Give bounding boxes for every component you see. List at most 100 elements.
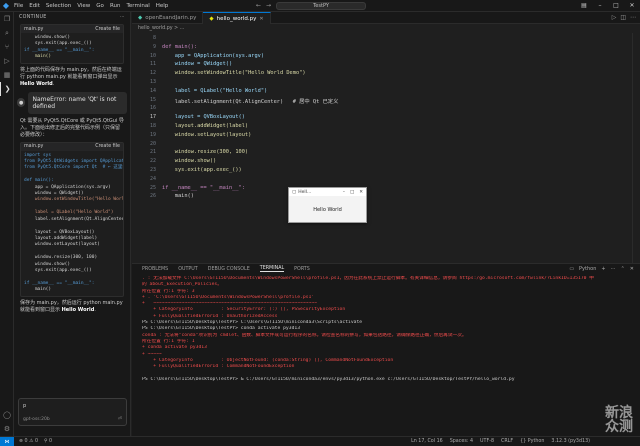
code-line[interactable]: def main():: [162, 44, 197, 50]
code-line[interactable]: if __name__ == "__main__":: [162, 185, 245, 191]
menu-run[interactable]: Run: [110, 3, 121, 9]
tab-label: openEsandJarin.py: [145, 15, 197, 21]
popup-maximize-icon[interactable]: □: [350, 190, 354, 195]
extensions-icon[interactable]: ▦: [0, 68, 14, 82]
activity-bar: ❐ ⌕ ⑂ ▷ ▦ ❯ ◯ ⚙: [0, 12, 14, 436]
chat-input[interactable]: p gpt-oss:20b ⏎: [18, 398, 127, 426]
line-number: 8: [152, 35, 156, 41]
assistant-paragraph-2: Qt 需要从 PyQt5.QtCore 或 PyQt5.QtGui 导入。下面给…: [20, 117, 124, 138]
cursor-position[interactable]: Ln 17, Col 16: [411, 439, 443, 444]
create-file-button[interactable]: Create file: [95, 144, 120, 149]
menu-view[interactable]: View: [77, 3, 90, 9]
maximize-icon[interactable]: □: [608, 0, 624, 12]
tab-label: hello_world.py: [216, 15, 257, 22]
tab-output[interactable]: OUTPUT: [178, 267, 198, 272]
problems-count[interactable]: ⊗ 0 ⚠ 0: [19, 439, 38, 444]
code-line[interactable]: layout = QVBoxLayout(): [162, 114, 245, 120]
code-editor[interactable]: 8 9 def main(): 10 app = QApplication(sys.a…: [132, 33, 632, 263]
search-icon[interactable]: ⌕: [0, 26, 14, 40]
code-line[interactable]: window = QWidget(): [162, 61, 232, 67]
tab-debug-console[interactable]: DEBUG CONSOLE: [208, 267, 250, 272]
close-icon[interactable]: ✕: [624, 0, 640, 12]
python-file-icon: ◆: [138, 15, 143, 21]
chat-input-value[interactable]: p: [23, 403, 26, 409]
line-ending[interactable]: CRLF: [501, 439, 513, 444]
popup-minimize-icon[interactable]: –: [343, 190, 345, 195]
menu-edit[interactable]: Edit: [29, 3, 40, 9]
nav-arrows: ← →: [256, 2, 271, 9]
breadcrumb[interactable]: hello_world.py > ...: [132, 24, 640, 33]
vscode-logo-icon: ◆: [2, 1, 10, 10]
tab-terminal[interactable]: TERMINAL: [259, 266, 285, 272]
user-avatar: ●: [17, 98, 26, 108]
line-number: 13: [149, 79, 156, 85]
minimize-icon[interactable]: –: [592, 0, 608, 12]
code-line[interactable]: label = QLabel("Hello World"): [162, 88, 268, 94]
code-line[interactable]: app = QApplication(sys.argv): [162, 53, 264, 59]
forward-arrow-icon[interactable]: →: [266, 2, 271, 9]
source-control-icon[interactable]: ⑂: [0, 40, 14, 54]
code-line[interactable]: window.show(): [162, 158, 216, 164]
language-mode[interactable]: {} Python: [520, 439, 544, 444]
encoding[interactable]: UTF-8: [480, 439, 494, 444]
line-number: 20: [149, 140, 156, 147]
code-line[interactable]: label.setAlignment(Qt.AlignCenter) # 居中 …: [162, 97, 339, 105]
menu-terminal[interactable]: Terminal: [126, 3, 149, 9]
popup-titlebar: ▢ Hell... – □ ✕: [289, 188, 366, 196]
menu-selection[interactable]: Selection: [46, 3, 71, 9]
more-icon[interactable]: ⋯: [630, 14, 636, 21]
code-line[interactable]: window.setLayout(layout): [162, 132, 252, 138]
maximize-panel-icon[interactable]: ⌃: [621, 266, 625, 272]
continue-chat-icon[interactable]: ❯: [0, 82, 14, 96]
back-arrow-icon[interactable]: ←: [256, 2, 261, 9]
tab-openesandjarin[interactable]: ◆ openEsandJarin.py: [132, 12, 204, 24]
gear-icon[interactable]: ⚙: [0, 422, 14, 436]
code-line[interactable]: layout.addWidget(label): [162, 123, 248, 129]
menu-go[interactable]: Go: [96, 3, 104, 9]
assistant-paragraph-3: 保存为 main.py，然后运行 python main.py 就能看到窗口显示…: [20, 299, 123, 313]
model-selector[interactable]: gpt-oss:20b: [23, 417, 50, 422]
close-panel-icon[interactable]: ✕: [630, 266, 634, 272]
terminal-shell-label[interactable]: Python: [579, 266, 596, 272]
add-terminal-icon[interactable]: +: [601, 266, 605, 272]
remote-icon[interactable]: ⋈: [0, 436, 14, 446]
terminal-output[interactable]: . : 无法加载文件 C:\Users\GT115U\Documents\Win…: [132, 274, 640, 436]
explorer-icon[interactable]: ❐: [0, 12, 14, 26]
code-line[interactable]: window.setWindowTitle("Hello World Demo"…: [162, 70, 306, 76]
chat-title: CONTINUE: [19, 14, 47, 20]
watermark-logo: 新浪众测: [605, 405, 633, 435]
menu-help[interactable]: Help: [156, 3, 169, 9]
line-number: 19: [149, 131, 156, 138]
code-line[interactable]: sys.exit(app.exec_()): [162, 167, 242, 173]
tab-problems[interactable]: PROBLEMS: [142, 267, 168, 272]
command-center-search[interactable]: TestPY: [276, 2, 366, 10]
menu-file[interactable]: File: [14, 3, 23, 9]
split-editor-icon[interactable]: ◫: [620, 14, 626, 21]
tab-hello-world[interactable]: ◆ hello_world.py ✕: [203, 12, 271, 24]
user-message[interactable]: NameError: name 'Qt' is not defined: [28, 91, 127, 114]
code-line[interactable]: window.resize(300, 100): [162, 149, 248, 155]
editor-actions: ▷ ◫ ⋯: [612, 12, 640, 23]
code-line: window.setWindowTitle("Hello World D: [24, 197, 123, 203]
popup-close-icon[interactable]: ✕: [359, 190, 363, 195]
close-tab-icon[interactable]: ✕: [259, 16, 263, 22]
hello-world-window[interactable]: ▢ Hell... – □ ✕ Hello World: [288, 187, 367, 223]
line-number: 12: [149, 70, 156, 77]
send-icon[interactable]: ⏎: [118, 416, 122, 422]
minimap[interactable]: [632, 33, 640, 263]
line-number: 14: [149, 87, 156, 94]
indentation[interactable]: Spaces: 4: [450, 439, 473, 444]
more-icon[interactable]: ⋯: [120, 15, 125, 20]
create-file-button[interactable]: Create file: [95, 27, 120, 32]
account-icon[interactable]: ◯: [0, 408, 14, 422]
layout-icon[interactable]: ▤: [576, 0, 592, 12]
python-interpreter[interactable]: 3.12.3 (py3d13): [551, 439, 590, 444]
run-debug-icon[interactable]: ▷: [0, 54, 14, 68]
line-number: 10: [149, 52, 156, 59]
run-icon[interactable]: ▷: [612, 14, 617, 21]
code-line: from PyQt5.QtCore import Qt # ← 这里补: [24, 165, 123, 171]
more-icon[interactable]: ⋯: [611, 266, 616, 272]
code-line[interactable]: main(): [162, 193, 194, 199]
ports-count[interactable]: ⚲ 0: [44, 439, 52, 444]
tab-ports[interactable]: PORTS: [294, 267, 310, 272]
